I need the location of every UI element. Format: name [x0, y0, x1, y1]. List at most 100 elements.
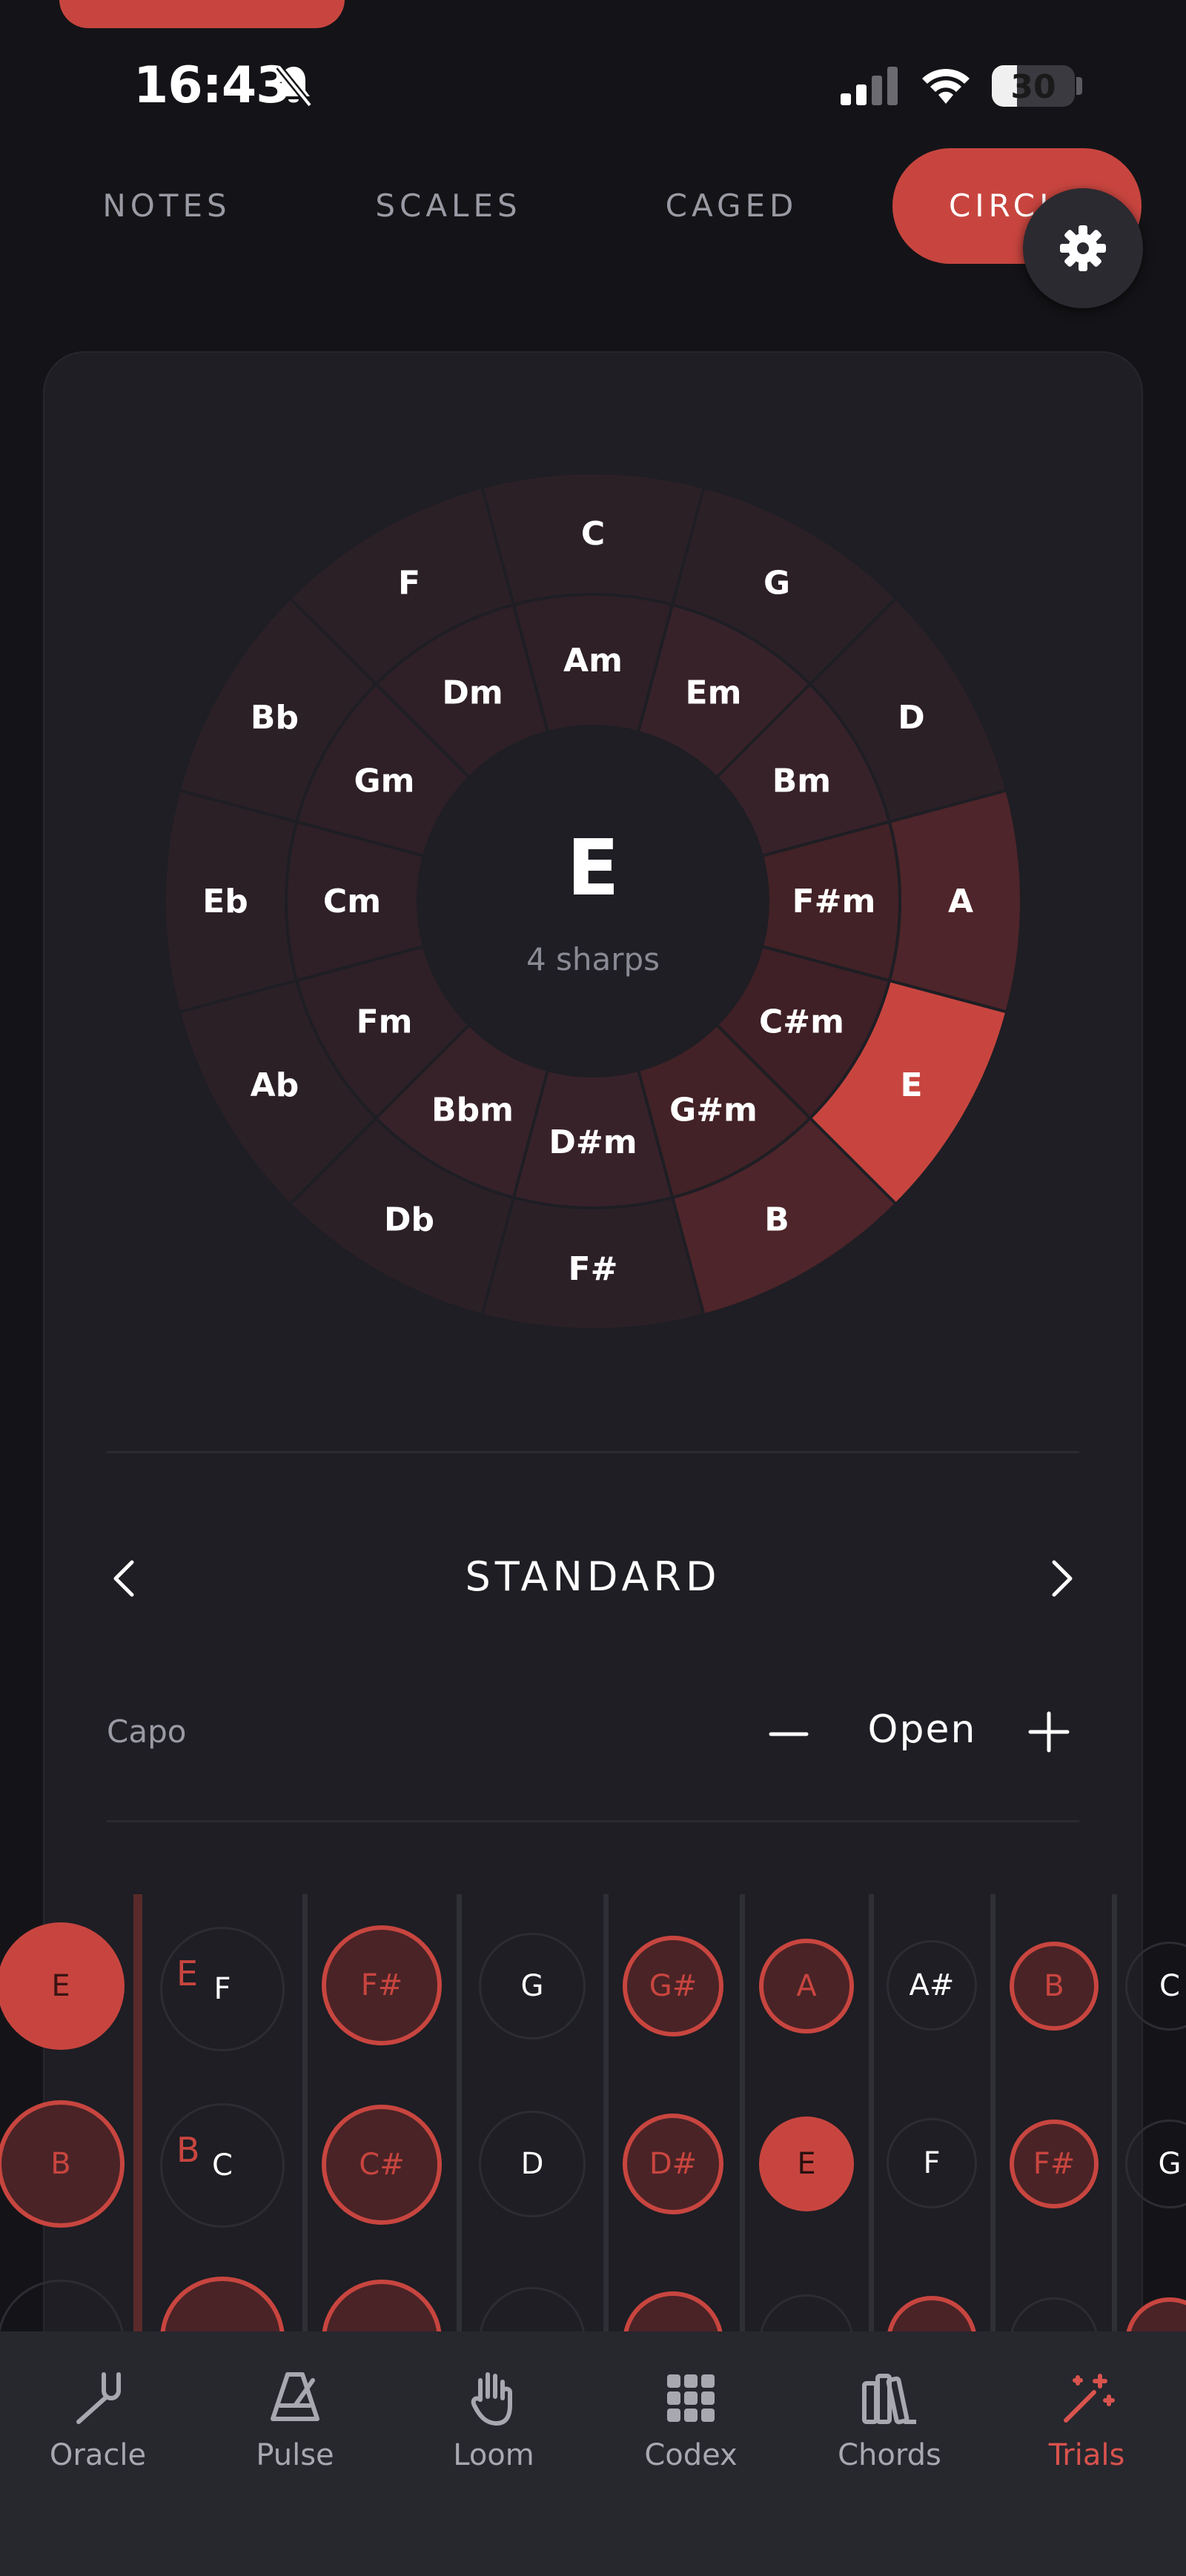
minor-key-label: F#m: [792, 883, 876, 920]
fret-note[interactable]: G#: [623, 1936, 723, 2036]
nav-oracle-label: Oracle: [49, 2438, 147, 2472]
minor-key-label: Dm: [442, 674, 503, 712]
fret-note-partial[interactable]: [160, 2277, 285, 2331]
minor-key-label: D#m: [549, 1123, 637, 1161]
plus-icon[interactable]: [1026, 1709, 1072, 1755]
status-bar: 16:43 30: [0, 0, 1186, 170]
nav-trials[interactable]: Trials: [1013, 2367, 1161, 2472]
minor-key-label: Gm: [354, 763, 415, 800]
fret-note[interactable]: A: [759, 1939, 854, 2034]
nav-pulse[interactable]: Pulse: [221, 2367, 369, 2472]
fret-note-partial[interactable]: [1010, 2297, 1099, 2331]
bottom-navigation: Oracle Pulse Loom Codex Chords Trials: [0, 2331, 1186, 2576]
tuning-name: STANDARD: [465, 1553, 721, 1600]
chevron-right-icon[interactable]: [1038, 1556, 1082, 1601]
minor-key-label: Bbm: [431, 1091, 514, 1129]
fret-wire: [302, 1894, 308, 2331]
gear-icon: [1060, 225, 1106, 271]
fret-note[interactable]: F: [887, 2118, 977, 2208]
wifi-icon: [922, 69, 970, 104]
major-key-label: D: [898, 699, 925, 737]
battery-level: 30: [1010, 68, 1056, 106]
tuning-fork-icon: [76, 2372, 121, 2424]
nav-oracle[interactable]: Oracle: [24, 2367, 172, 2472]
minor-key-label: C#m: [759, 1003, 844, 1041]
fret-note-partial[interactable]: [322, 2280, 442, 2331]
books-icon: [862, 2374, 916, 2425]
fret-note[interactable]: C: [1125, 1942, 1186, 2031]
minor-key-label: Bm: [772, 763, 831, 800]
fret-note[interactable]: G: [479, 1933, 586, 2039]
settings-button[interactable]: [1023, 188, 1143, 308]
tab-caged[interactable]: CAGED: [609, 148, 854, 264]
open-string-note[interactable]: E: [0, 1922, 125, 2050]
capo-value: Open: [867, 1707, 977, 1752]
fret-note[interactable]: F#: [1010, 2119, 1099, 2208]
nav-chords-label: Chords: [838, 2438, 941, 2472]
fret-note-root[interactable]: E: [759, 2117, 854, 2211]
mode-tabs: NOTES SCALES CAGED CIRCLE: [0, 148, 1186, 264]
fret-note[interactable]: G: [1125, 2119, 1186, 2208]
fret-note[interactable]: D#: [623, 2114, 723, 2214]
minor-key-label: Fm: [357, 1003, 413, 1041]
major-key-label: F: [398, 564, 420, 602]
status-time: 16:43: [133, 56, 291, 115]
fret-note-partial[interactable]: [759, 2294, 854, 2331]
nav-loom-label: Loom: [453, 2438, 534, 2472]
fretboard: E E F F# G G# A A# B C B B C C# D D# E F…: [0, 1894, 1186, 2331]
fret-note-partial[interactable]: [1125, 2297, 1186, 2331]
nav-codex[interactable]: Codex: [617, 2367, 765, 2472]
fret-wire: [990, 1894, 995, 2331]
fret-wire: [457, 1894, 462, 2331]
minor-key-label: Em: [686, 674, 742, 712]
divider: [107, 1820, 1079, 1822]
fret-note[interactable]: A#: [887, 1940, 977, 2031]
tab-scales[interactable]: SCALES: [326, 148, 571, 264]
major-key-label: Ab: [251, 1066, 299, 1104]
fret-wire: [1112, 1894, 1117, 2331]
fret-note[interactable]: F#: [322, 1925, 442, 2045]
nav-loom[interactable]: Loom: [420, 2367, 568, 2472]
metronome-icon: [271, 2372, 319, 2421]
fret-note[interactable]: F: [160, 1927, 285, 2051]
fret-wire: [869, 1894, 874, 2331]
fret-note[interactable]: D: [479, 2111, 586, 2217]
major-key-label: Eb: [202, 883, 248, 920]
fret-note-partial[interactable]: [887, 2296, 977, 2331]
major-key-label: G: [763, 564, 790, 602]
battery-icon: 30: [992, 65, 1075, 107]
fret-note-partial[interactable]: [479, 2287, 586, 2331]
minor-key-label: Cm: [323, 883, 381, 920]
major-key-label: C: [581, 515, 605, 553]
major-key-label: F#: [569, 1250, 618, 1288]
major-key-label: E: [901, 1066, 923, 1104]
grid-icon: [667, 2374, 715, 2422]
fret-wire: [740, 1894, 745, 2331]
battery-tip: [1076, 77, 1082, 95]
nav-chords[interactable]: Chords: [815, 2367, 964, 2472]
fret-note-partial[interactable]: [0, 2280, 125, 2331]
capo-control: Capo Open: [107, 1697, 1079, 1764]
tab-notes[interactable]: NOTES: [44, 148, 289, 264]
fret-note-partial[interactable]: [623, 2291, 723, 2331]
major-key-label: A: [948, 883, 973, 920]
open-string-note[interactable]: B: [0, 2100, 125, 2228]
fretboard-nut: [133, 1894, 142, 2331]
nav-trials-label: Trials: [1048, 2438, 1125, 2472]
fret-wire: [603, 1894, 609, 2331]
capo-label: Capo: [107, 1713, 187, 1750]
major-key-label: Bb: [251, 699, 299, 737]
major-key-label: Db: [384, 1201, 434, 1239]
major-key-label: B: [764, 1201, 789, 1239]
bell-off-icon: [276, 64, 313, 107]
fret-note[interactable]: B: [1010, 1942, 1099, 2031]
key-signature-label: 4 sharps: [526, 941, 660, 977]
cellular-signal-icon: [841, 67, 898, 105]
fret-note[interactable]: C#: [322, 2105, 442, 2225]
fret-note[interactable]: C: [160, 2103, 285, 2228]
minor-key-label: Am: [563, 642, 623, 680]
tuning-selector: STANDARD: [104, 1541, 1082, 1616]
nav-pulse-label: Pulse: [256, 2438, 334, 2472]
minus-icon[interactable]: [766, 1712, 811, 1756]
magic-wand-icon: [1064, 2374, 1115, 2423]
